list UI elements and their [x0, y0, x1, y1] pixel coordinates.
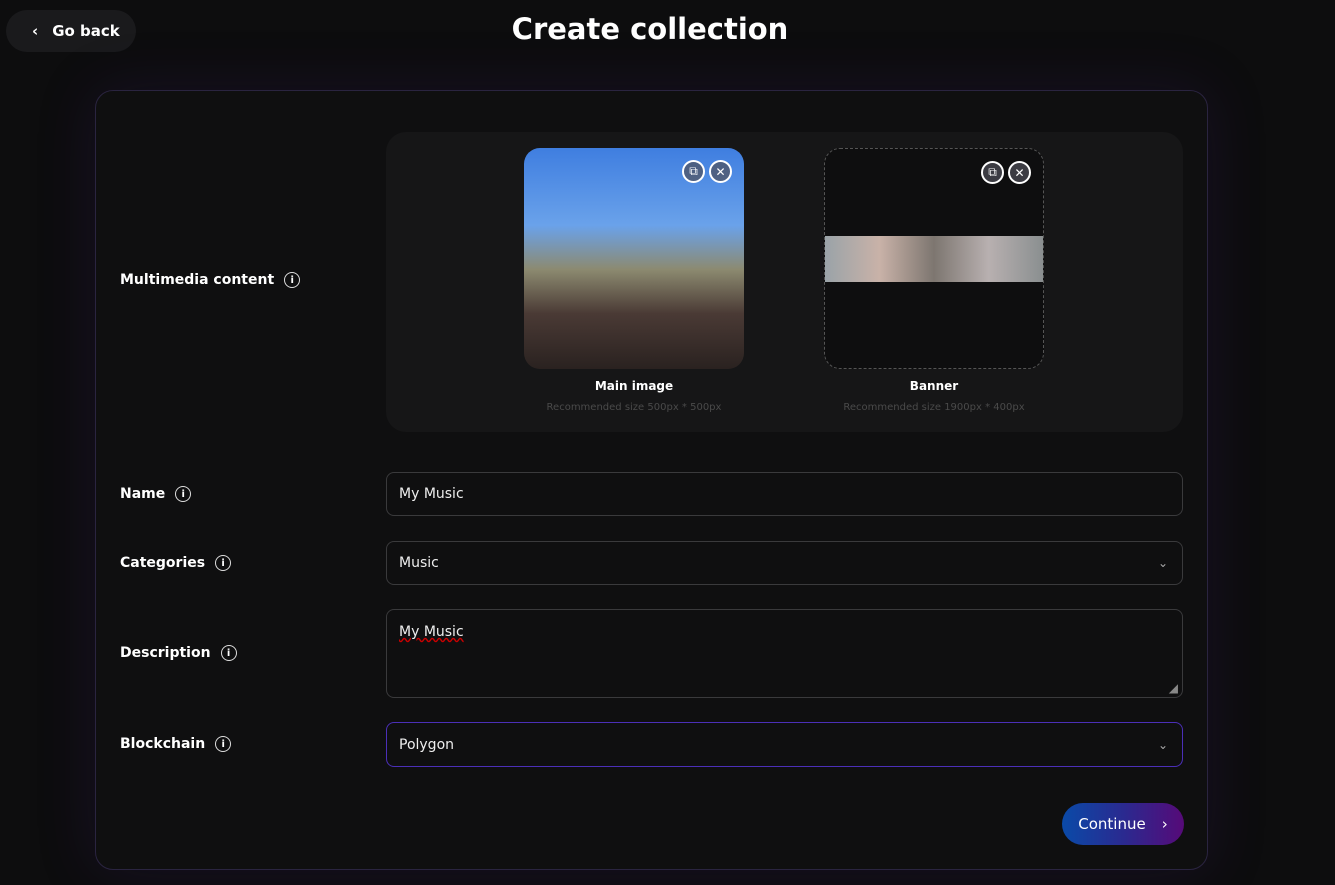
categories-label: Categories i [120, 555, 232, 571]
page-title: Create collection [511, 12, 789, 46]
main-image-upload[interactable]: ⧉ ✕ [524, 148, 744, 369]
banner-upload[interactable]: ⧉ ✕ [824, 148, 1044, 369]
resize-handle-icon[interactable]: ◢ [1169, 681, 1178, 695]
banner-image [825, 236, 1043, 282]
close-icon[interactable]: ✕ [1008, 161, 1031, 184]
description-label: Description i [120, 645, 237, 661]
name-input[interactable]: My Music [386, 472, 1183, 516]
blockchain-select[interactable]: Polygon ⌄ [386, 722, 1183, 767]
info-icon[interactable]: i [284, 272, 301, 288]
info-icon[interactable]: i [215, 555, 232, 571]
description-textarea[interactable]: My Music ◢ [386, 609, 1183, 698]
chevron-right-icon: › [1161, 815, 1168, 833]
info-icon[interactable]: i [220, 645, 237, 661]
banner-caption: Banner [909, 379, 959, 393]
banner-hint: Recommended size 1900px * 400px [843, 402, 1025, 413]
categories-select[interactable]: Music ⌄ [386, 541, 1183, 585]
info-icon[interactable]: i [215, 736, 232, 752]
name-label: Name i [120, 486, 192, 502]
crop-icon[interactable]: ⧉ [981, 161, 1004, 184]
media-panel: ⧉ ✕ ⧉ ✕ Main image Recommended size 500px … [386, 132, 1183, 432]
chevron-down-icon: ⌄ [1157, 556, 1168, 570]
form-card: Multimedia content i ⧉ ✕ ⧉ ✕ Main image Rec… [95, 90, 1208, 870]
chevron-down-icon: ⌄ [1157, 737, 1168, 752]
blockchain-label: Blockchain i [120, 736, 232, 752]
main-image-caption: Main image [594, 379, 674, 393]
close-icon[interactable]: ✕ [709, 160, 732, 183]
info-icon[interactable]: i [175, 486, 192, 502]
continue-button[interactable]: Continue › [1062, 803, 1184, 845]
main-image-hint: Recommended size 500px * 500px [546, 402, 722, 413]
crop-icon[interactable]: ⧉ [682, 160, 705, 183]
multimedia-label: Multimedia content i [120, 272, 301, 288]
